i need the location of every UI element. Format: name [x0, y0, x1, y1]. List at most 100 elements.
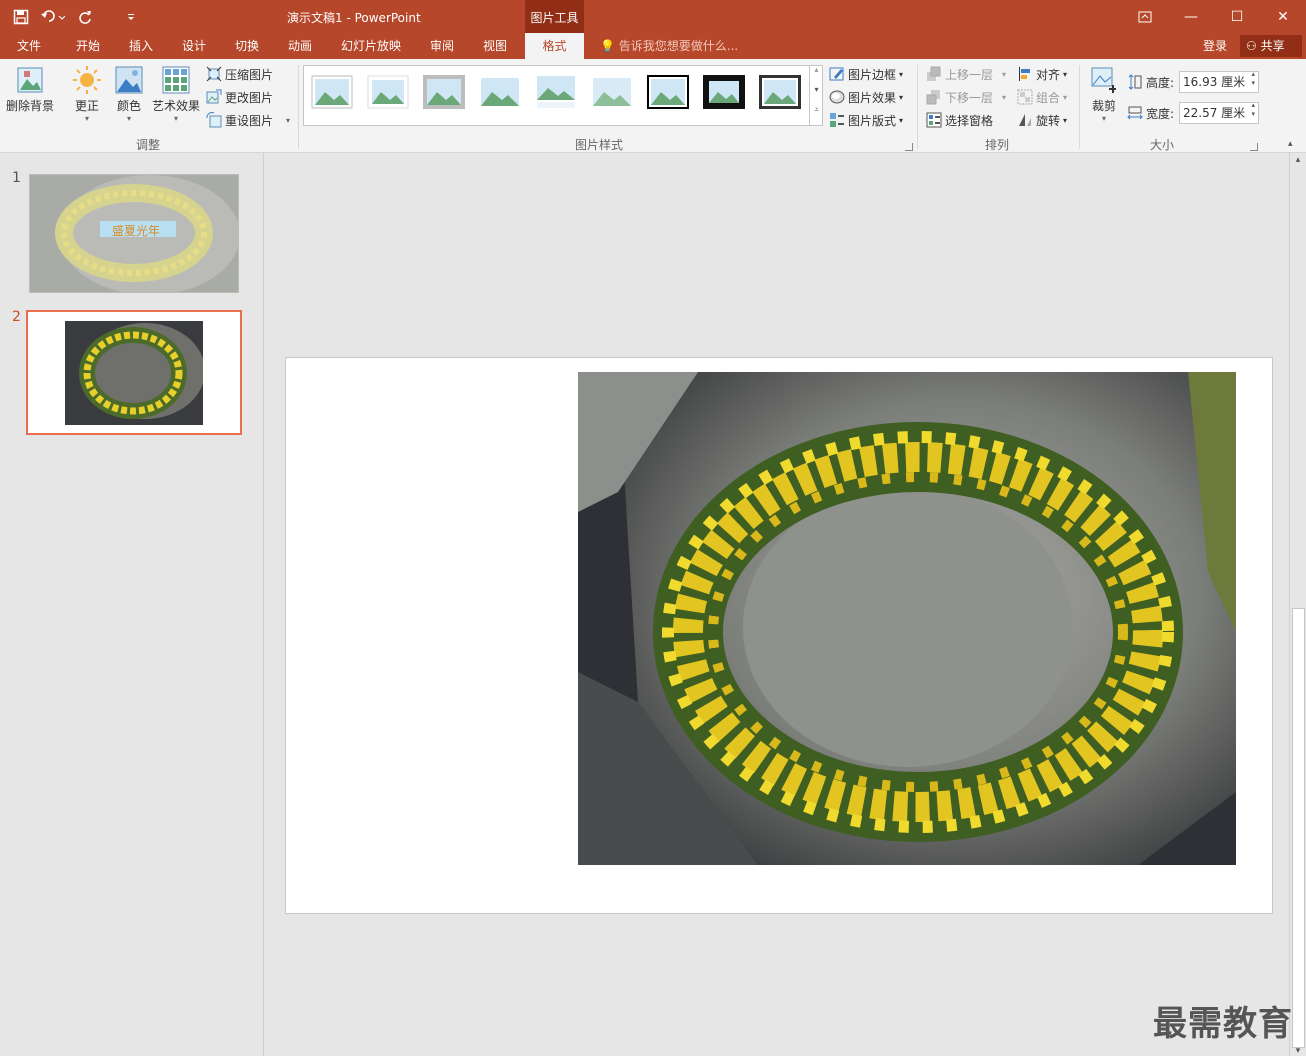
align-button[interactable]: 对齐 ▾ — [1017, 64, 1067, 84]
dialog-launcher-icon[interactable] — [905, 143, 913, 151]
gallery-scroll-up-icon[interactable]: ▴ — [810, 65, 823, 85]
remove-background-icon — [15, 65, 45, 95]
window-controls: — ☐ ✕ — [1122, 0, 1306, 33]
tab-design[interactable]: 设计 — [169, 33, 219, 59]
align-label: 对齐 — [1036, 67, 1061, 82]
selection-pane-icon — [926, 112, 942, 128]
group-button[interactable]: 组合 ▾ — [1017, 87, 1067, 107]
chevron-down-icon: ▾ — [173, 114, 178, 123]
remove-background-label: 删除背景 — [5, 99, 54, 113]
picture-style-option[interactable] — [310, 74, 354, 110]
crop-button[interactable]: 裁剪 ▾ — [1088, 65, 1120, 123]
artistic-effects-button[interactable]: 艺术效果 ▾ — [150, 65, 202, 123]
slide-thumbnail-1[interactable]: 盛夏光年 — [29, 174, 240, 295]
picture-style-option[interactable] — [366, 74, 410, 110]
scrollbar-thumb[interactable] — [1292, 608, 1305, 1048]
tab-file[interactable]: 文件 — [4, 33, 54, 59]
tell-me-search[interactable]: 💡 告诉我您想要做什么... — [600, 33, 738, 59]
picture-style-option[interactable] — [590, 74, 634, 110]
slide-1-overlay-text: 盛夏光年 — [112, 222, 160, 239]
tab-insert[interactable]: 插入 — [116, 33, 166, 59]
artistic-effects-icon — [161, 65, 191, 95]
picture-effects-button[interactable]: 图片效果 ▾ — [829, 87, 903, 107]
chevron-down-icon: ▾ — [1101, 114, 1106, 123]
reset-picture-label: 重设图片 — [225, 113, 274, 128]
vertical-scrollbar[interactable]: ▴ ▾ — [1289, 153, 1306, 1056]
watermark-text: 最需教育 — [1153, 1004, 1293, 1044]
chevron-down-icon: ▾ — [899, 115, 904, 125]
chevron-down-icon: ▾ — [126, 114, 131, 123]
tab-review[interactable]: 审阅 — [417, 33, 467, 59]
tab-animations[interactable]: 动画 — [275, 33, 325, 59]
picture-style-option[interactable] — [702, 74, 746, 110]
height-value: 16.93 厘米 — [1183, 75, 1246, 89]
slide-1-title-text: 盛夏光年 — [112, 224, 161, 238]
close-button[interactable]: ✕ — [1260, 0, 1306, 33]
chevron-down-icon: ▾ — [1002, 92, 1007, 102]
maximize-button[interactable]: ☐ — [1214, 0, 1260, 33]
bring-forward-button[interactable]: 上移一层 ▾ — [926, 64, 1006, 84]
corrections-button[interactable]: 更正 ▾ — [70, 65, 104, 123]
picture-layout-label: 图片版式 — [848, 113, 897, 128]
tab-home[interactable]: 开始 — [62, 33, 114, 59]
save-icon[interactable] — [8, 4, 34, 30]
gallery-scroll-down-icon[interactable]: ▾ — [810, 85, 823, 105]
rotate-label: 旋转 — [1036, 113, 1061, 128]
selected-picture[interactable] — [578, 372, 1236, 865]
ribbon-display-options-icon[interactable] — [1122, 0, 1168, 33]
chevron-down-icon: ▾ — [1002, 69, 1007, 79]
person-icon: ⚇ — [1246, 39, 1257, 53]
share-label: 共享 — [1260, 39, 1285, 53]
scroll-down-icon[interactable]: ▾ — [1290, 1046, 1306, 1056]
color-button[interactable]: 颜色 ▾ — [112, 65, 146, 123]
login-link[interactable]: 登录 — [1203, 33, 1227, 59]
send-backward-button[interactable]: 下移一层 ▾ — [926, 87, 1006, 107]
tab-slideshow[interactable]: 幻灯片放映 — [333, 33, 409, 59]
gallery-more-icon[interactable]: ⩡ — [810, 105, 823, 125]
scroll-up-icon[interactable]: ▴ — [1290, 153, 1306, 165]
tab-format[interactable]: 格式 — [525, 33, 584, 59]
reset-picture-button[interactable]: 重设图片 ▾ — [206, 110, 290, 130]
slide-thumbnail-2[interactable] — [26, 310, 242, 435]
group-divider — [298, 65, 299, 149]
picture-style-option[interactable] — [534, 74, 578, 110]
width-input[interactable]: 22.57 厘米 ▴ ▾ — [1179, 101, 1259, 124]
height-icon — [1127, 74, 1143, 90]
bring-forward-label: 上移一层 — [945, 67, 994, 82]
customize-qat-chevron-down-icon[interactable] — [118, 4, 144, 30]
chevron-down-icon: ▾ — [1063, 92, 1068, 102]
crop-label: 裁剪 — [1091, 99, 1116, 113]
change-picture-button[interactable]: 更改图片 — [206, 87, 273, 107]
picture-border-label: 图片边框 — [848, 67, 897, 82]
selection-pane-button[interactable]: 选择窗格 — [926, 110, 993, 130]
height-spinner-icon[interactable]: ▴ ▾ — [1251, 70, 1255, 88]
tab-view[interactable]: 视图 — [470, 33, 520, 59]
chevron-down-icon[interactable]: ▾ — [286, 116, 290, 125]
minimize-button[interactable]: — — [1168, 0, 1214, 33]
chevron-down-icon: ▾ — [899, 92, 904, 102]
remove-background-button[interactable]: 删除背景 — [4, 65, 56, 114]
picture-styles-gallery — [303, 65, 823, 126]
chevron-down-icon: ▾ — [899, 69, 904, 79]
redo-icon[interactable] — [72, 4, 98, 30]
chevron-down-icon: ▾ — [1063, 115, 1068, 125]
width-spinner-icon[interactable]: ▴ ▾ — [1251, 101, 1255, 119]
compress-pictures-button[interactable]: 压缩图片 — [206, 64, 273, 84]
height-input[interactable]: 16.93 厘米 ▴ ▾ — [1179, 70, 1259, 93]
picture-style-option[interactable] — [646, 74, 690, 110]
rotate-button[interactable]: 旋转 ▾ — [1017, 110, 1067, 130]
effects-icon — [829, 89, 845, 105]
picture-style-option[interactable] — [422, 74, 466, 110]
collapse-ribbon-chevron-icon[interactable]: ▴ — [1288, 139, 1293, 149]
picture-layout-button[interactable]: 图片版式 ▾ — [829, 110, 903, 130]
ribbon: 删除背景 更正 ▾ 颜色 ▾ 艺术效果 ▾ 压缩图片 更改图片 重设图片 ▾ 调… — [0, 59, 1306, 153]
artistic-effects-label: 艺术效果 — [151, 99, 200, 113]
dialog-launcher-icon[interactable] — [1250, 143, 1258, 151]
current-slide[interactable] — [285, 357, 1273, 914]
picture-style-option[interactable] — [758, 74, 802, 110]
tab-transitions[interactable]: 切换 — [222, 33, 272, 59]
undo-icon[interactable] — [40, 4, 66, 30]
share-button[interactable]: ⚇ 共享 — [1240, 35, 1302, 57]
picture-style-option[interactable] — [478, 74, 522, 110]
picture-border-button[interactable]: 图片边框 ▾ — [829, 64, 903, 84]
